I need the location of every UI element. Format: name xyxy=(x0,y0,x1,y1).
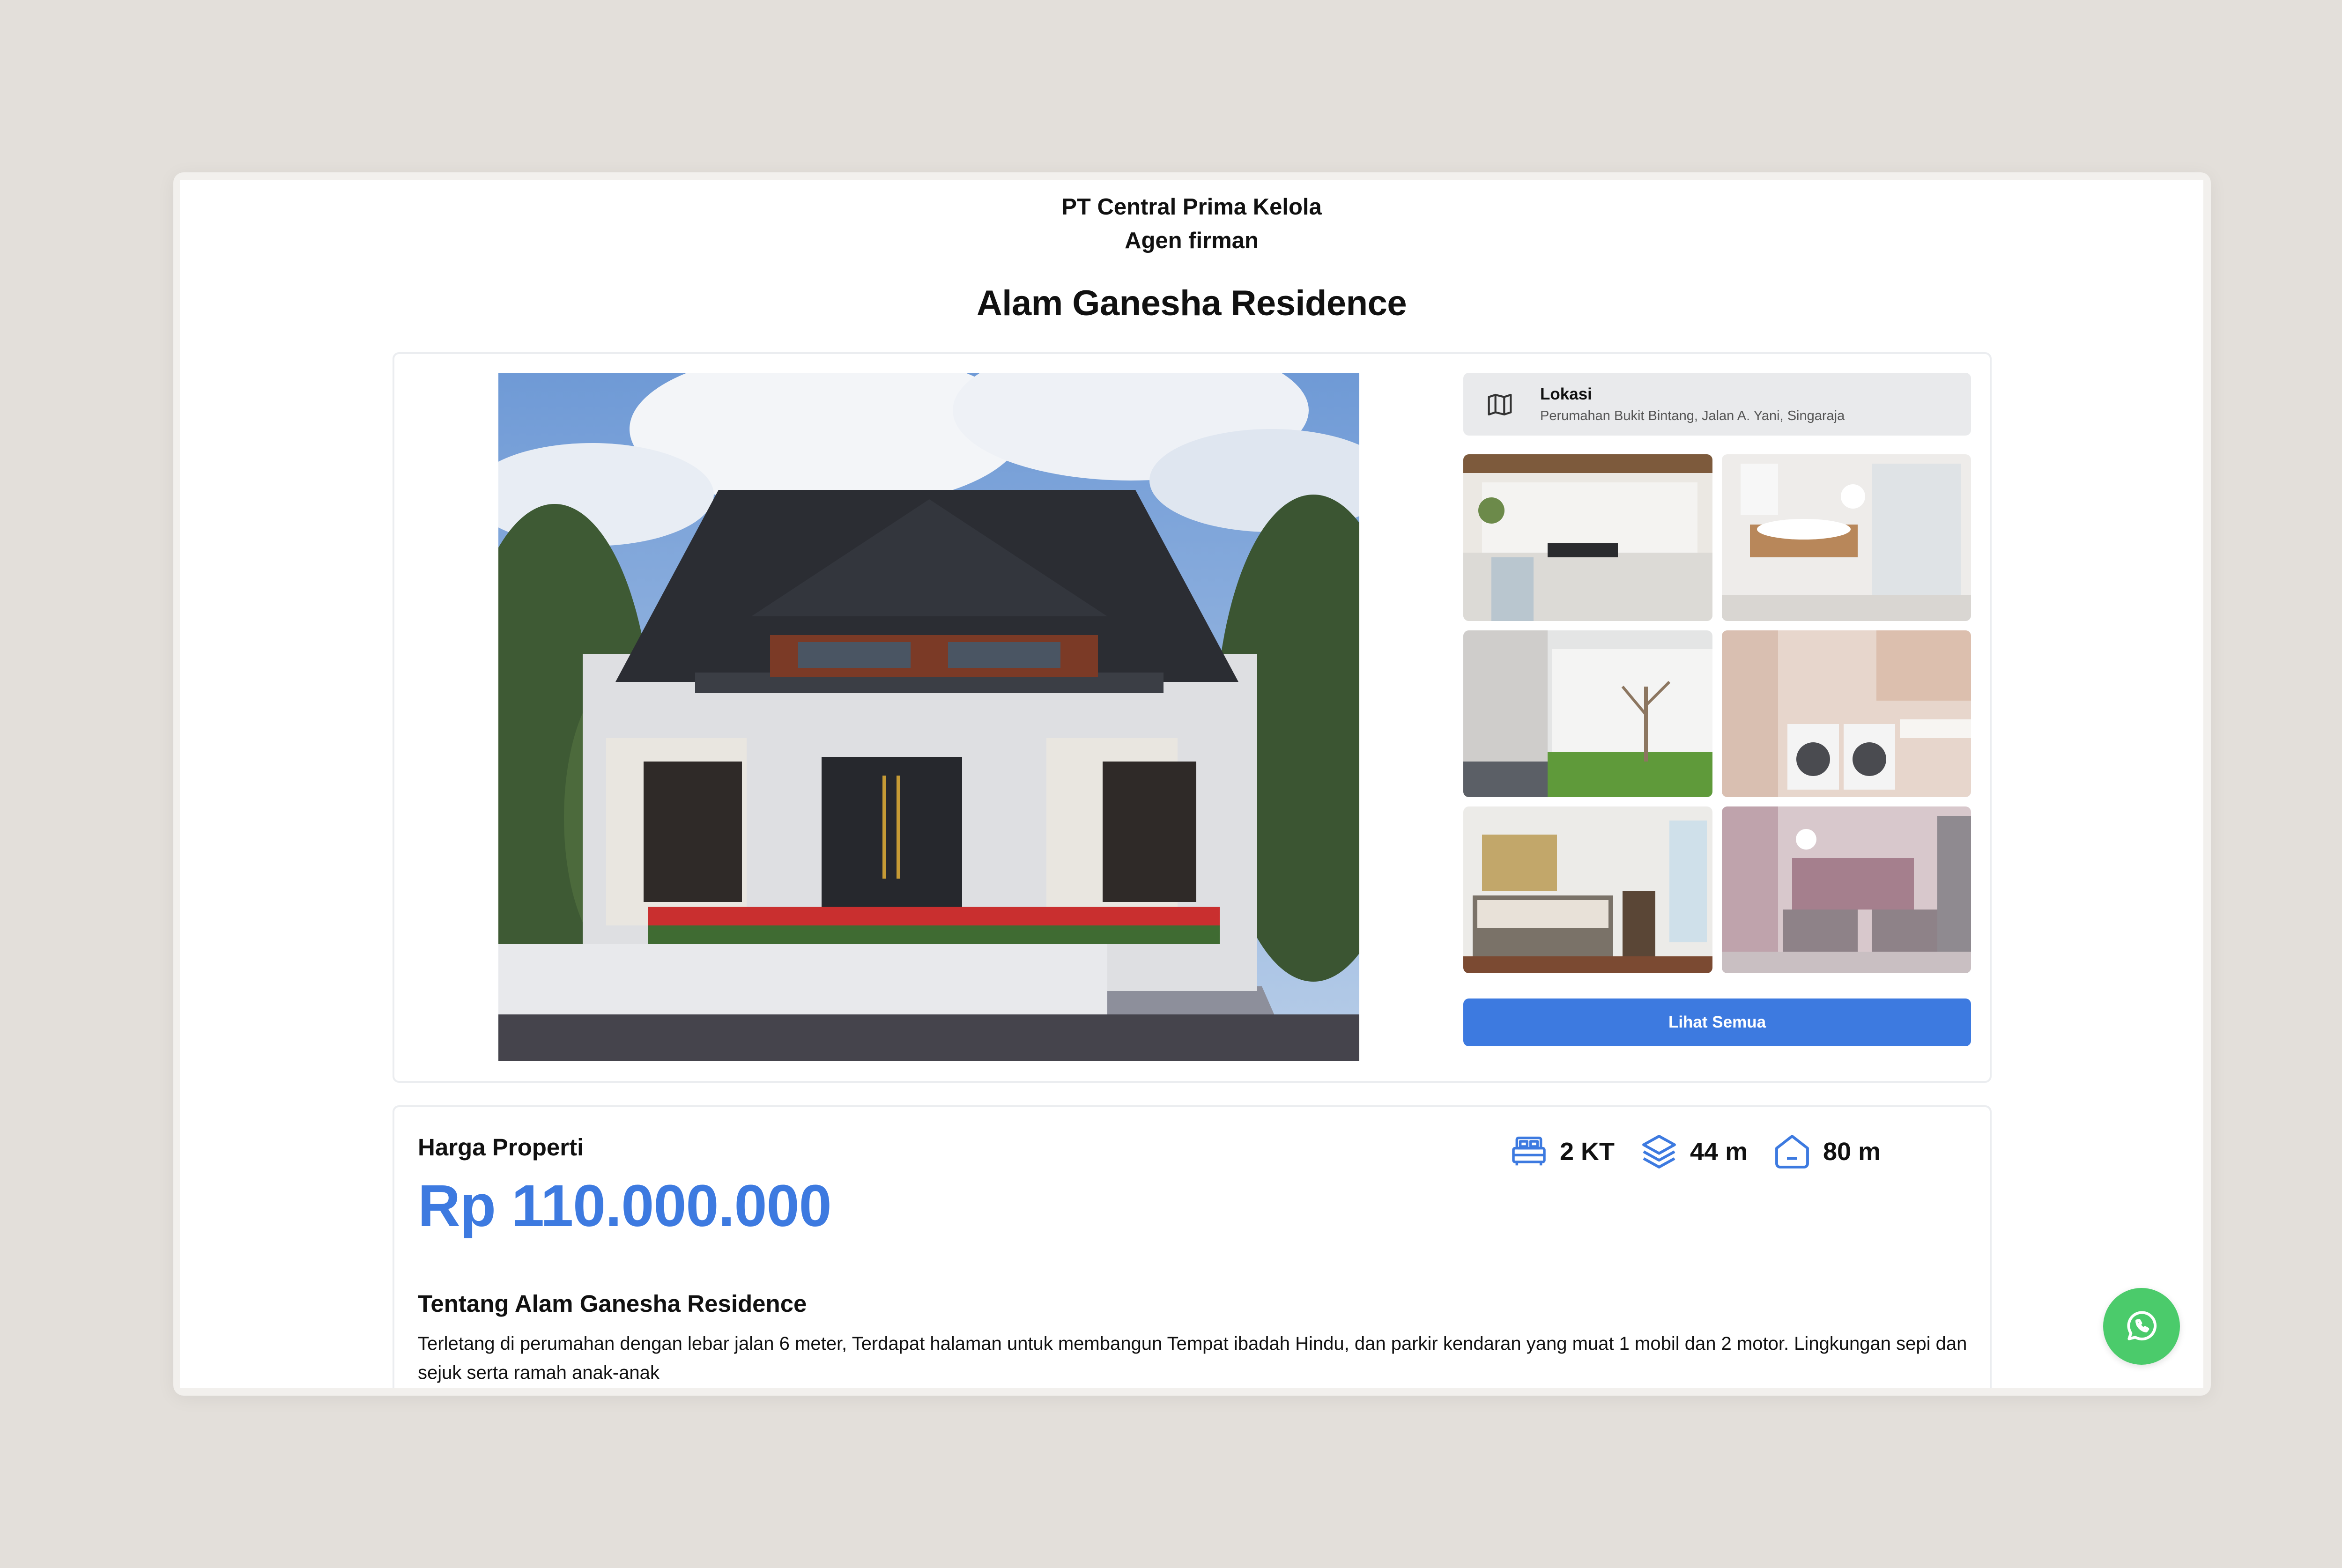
bed-icon xyxy=(1512,1136,1546,1166)
map-icon xyxy=(1488,393,1512,416)
thumbnail-bathroom[interactable] xyxy=(1722,454,1971,621)
view-all-button[interactable]: Lihat Semua xyxy=(1463,998,1971,1046)
thumbnail-kitchen[interactable] xyxy=(1463,454,1712,621)
page: PT Central Prima Kelola Agen firman Alam… xyxy=(180,180,2203,1388)
main-house-photo[interactable] xyxy=(498,373,1359,1061)
gallery-card: Lokasi Perumahan Bukit Bintang, Jalan A.… xyxy=(393,352,1992,1083)
location-box[interactable]: Lokasi Perumahan Bukit Bintang, Jalan A.… xyxy=(1463,373,1971,436)
whatsapp-icon xyxy=(2127,1311,2157,1341)
location-label: Lokasi xyxy=(1540,385,1592,403)
details-card: Harga Properti Rp 110.000.000 80 m 44 m xyxy=(393,1105,1992,1388)
location-address: Perumahan Bukit Bintang, Jalan A. Yani, … xyxy=(1540,408,1845,423)
spec-bedrooms: 2 KT xyxy=(1508,1131,1615,1173)
about-title: Tentang Alam Ganesha Residence xyxy=(418,1290,807,1317)
price-label: Harga Properti xyxy=(418,1134,584,1161)
price-value: Rp 110.000.000 xyxy=(418,1173,832,1239)
company-name: PT Central Prima Kelola xyxy=(1061,194,1322,220)
layers-icon xyxy=(1642,1135,1676,1169)
page-title: Alam Ganesha Residence xyxy=(976,283,1407,323)
spec-floors: 44 m xyxy=(1638,1131,1748,1173)
spec-area-value: 80 m xyxy=(1823,1138,1881,1166)
about-text: Terletang di perumahan dengan lebar jala… xyxy=(418,1333,1967,1383)
whatsapp-button[interactable] xyxy=(2103,1288,2180,1365)
spec-area: 80 m xyxy=(1771,1131,1881,1173)
thumbnail-kids-bedroom[interactable] xyxy=(1722,806,1971,973)
thumbnail-laundry[interactable] xyxy=(1722,630,1971,797)
thumbnail-garden[interactable] xyxy=(1463,630,1712,797)
thumbnail-bedroom[interactable] xyxy=(1463,806,1712,973)
spec-floors-value: 44 m xyxy=(1690,1138,1748,1166)
spec-bedrooms-value: 2 KT xyxy=(1560,1138,1615,1166)
house-icon xyxy=(1775,1135,1809,1169)
agent-name: Agen firman xyxy=(1125,228,1259,253)
